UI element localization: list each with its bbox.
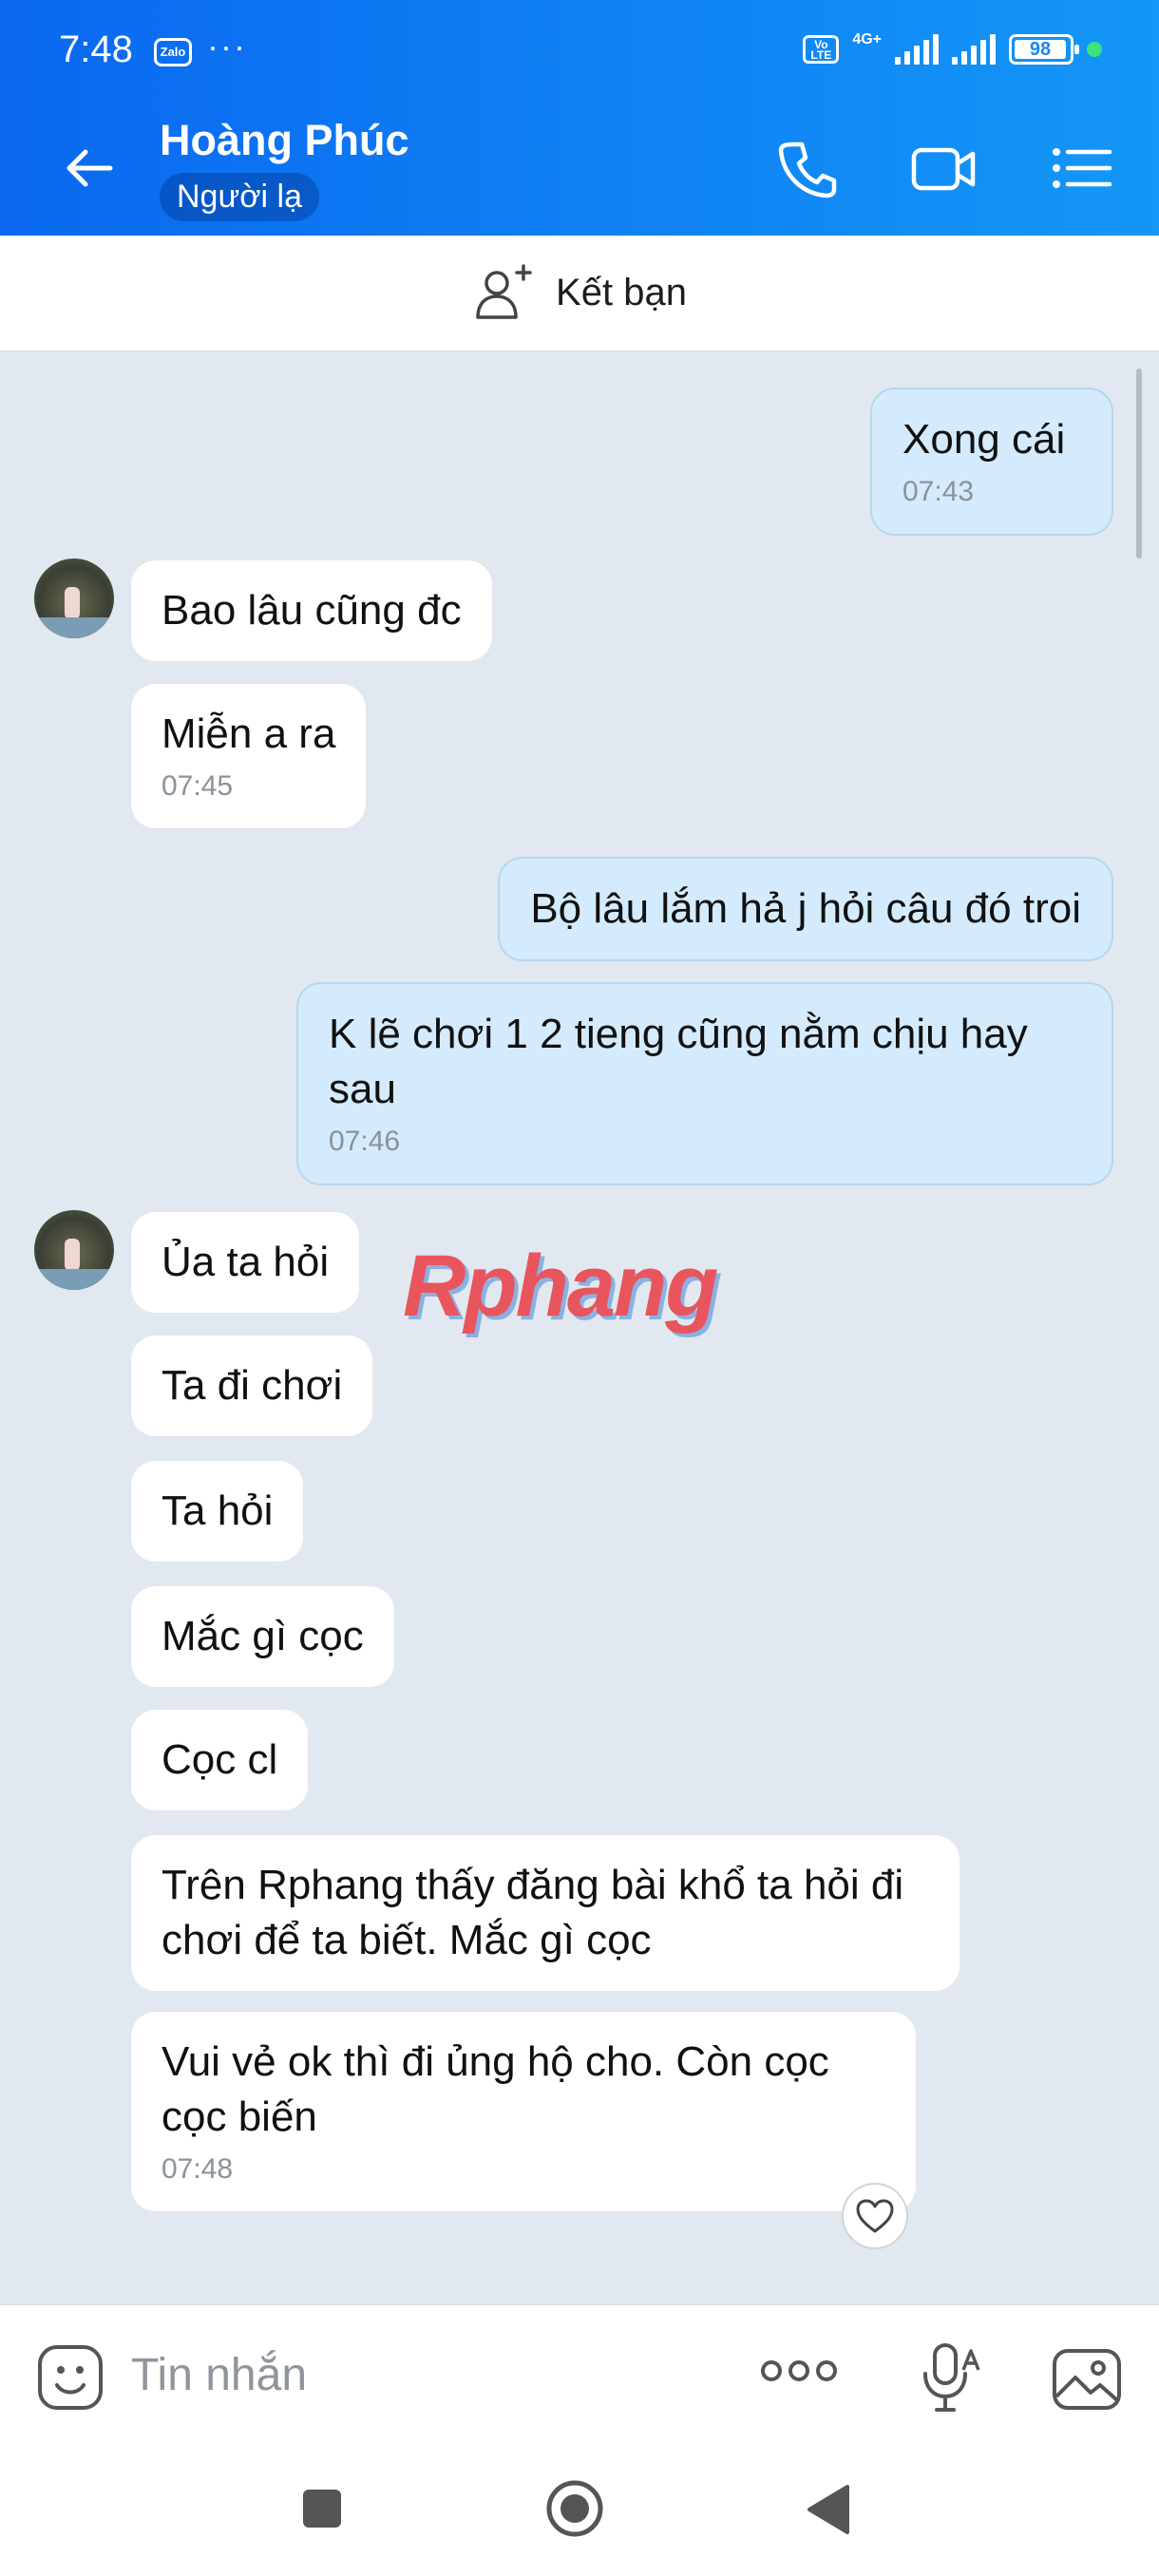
add-friend-label: Kết bạn	[556, 272, 687, 313]
image-gallery-icon[interactable]	[1051, 2345, 1123, 2414]
message-list[interactable]: Xong cái 07:43 Bao lâu cũng đc Miễn a ra…	[0, 351, 1159, 2304]
message-in[interactable]: Cọc cl	[131, 1710, 309, 1811]
message-text: Xong cái	[902, 416, 1066, 463]
message-text: Mắc gì cọc	[162, 1613, 364, 1659]
message-out[interactable]: Xong cái 07:43	[870, 388, 1113, 536]
zalo-notification-icon: Zalo	[154, 38, 192, 66]
message-text: Cọc cl	[162, 1736, 278, 1783]
menu-list-icon[interactable]	[1049, 135, 1115, 201]
message-in[interactable]: Vui vẻ ok thì đi ủng hộ cho. Còn cọc cọc…	[131, 2012, 916, 2211]
message-time: 07:48	[162, 2153, 234, 2186]
home-button[interactable]	[545, 2479, 604, 2538]
message-text: Miễn a ra	[162, 710, 336, 757]
signal-icon-2	[952, 34, 996, 65]
network-type: 4G+	[852, 31, 882, 47]
status-time: 7:48	[59, 28, 133, 70]
message-text: Bao lâu cũng đc	[162, 587, 462, 634]
battery-level: 98	[1015, 40, 1066, 59]
back-arrow-icon[interactable]	[57, 135, 124, 201]
system-nav-bar	[0, 2447, 1159, 2576]
volte-icon: Vo LTE	[803, 35, 840, 64]
stranger-badge: Người lạ	[160, 173, 319, 221]
voice-to-text-icon[interactable]	[918, 2341, 984, 2417]
system-indicators: Vo LTE 4G+ 98	[803, 31, 1102, 65]
message-text: Bộ lâu lắm hả j hỏi câu đó troi	[530, 885, 1081, 932]
message-text: Ủa ta hỏi	[162, 1239, 330, 1285]
more-notifications-icon: ···	[207, 27, 247, 66]
message-text: K lẽ chơi 1 2 tieng cũng nằm chịu hay sa…	[329, 1011, 1028, 1113]
video-call-icon[interactable]	[910, 135, 977, 201]
sticker-emoji-icon[interactable]	[36, 2343, 104, 2412]
message-in[interactable]: Mắc gì cọc	[131, 1586, 394, 1688]
back-button[interactable]	[806, 2483, 851, 2536]
message-in[interactable]: Trên Rphang thấy đăng bài khổ ta hỏi đi …	[131, 1835, 960, 1992]
message-text: Trên Rphang thấy đăng bài khổ ta hỏi đi …	[162, 1862, 904, 1964]
message-time: 07:43	[902, 476, 975, 508]
contact-avatar[interactable]	[34, 1210, 114, 1290]
message-out[interactable]: Bộ lâu lắm hả j hỏi câu đó troi	[498, 857, 1113, 962]
message-input[interactable]: Tin nhắn	[131, 2349, 307, 2401]
message-text: Vui vẻ ok thì đi ủng hộ cho. Còn cọc cọc…	[162, 2038, 829, 2141]
message-text: Ta hỏi	[162, 1487, 274, 1534]
add-friend-icon	[476, 263, 532, 319]
message-in[interactable]: Ủa ta hỏi	[131, 1212, 360, 1314]
message-in[interactable]: Ta đi chơi	[131, 1335, 373, 1437]
message-out[interactable]: K lẽ chơi 1 2 tieng cũng nằm chịu hay sa…	[296, 982, 1113, 1185]
contact-avatar[interactable]	[34, 559, 114, 638]
recent-apps-button[interactable]	[300, 2487, 344, 2530]
message-in[interactable]: Miễn a ra 07:45	[131, 684, 367, 828]
add-friend-bar[interactable]: Kết bạn	[0, 236, 1159, 351]
heart-icon	[856, 2199, 894, 2233]
chat-header: 7:48 Zalo ··· Vo LTE 4G+ 98 Hoàng Phúc N…	[0, 0, 1159, 236]
message-in[interactable]: Ta hỏi	[131, 1461, 304, 1563]
contact-name[interactable]: Hoàng Phúc	[160, 116, 409, 165]
watermark-logo: Rphang	[403, 1238, 718, 1335]
message-time: 07:46	[329, 1126, 401, 1158]
message-time: 07:45	[162, 770, 234, 803]
message-text: Ta đi chơi	[162, 1362, 343, 1409]
privacy-indicator	[1087, 42, 1102, 57]
battery-icon: 98	[1009, 34, 1079, 65]
message-composer: Tin nhắn	[0, 2304, 1159, 2447]
like-reaction-button[interactable]	[842, 2183, 908, 2249]
message-in[interactable]: Bao lâu cũng đc	[131, 560, 492, 662]
phone-icon[interactable]	[773, 135, 840, 201]
more-options-icon[interactable]	[760, 2357, 838, 2385]
signal-icon	[895, 34, 939, 65]
scrollbar[interactable]	[1136, 369, 1142, 559]
